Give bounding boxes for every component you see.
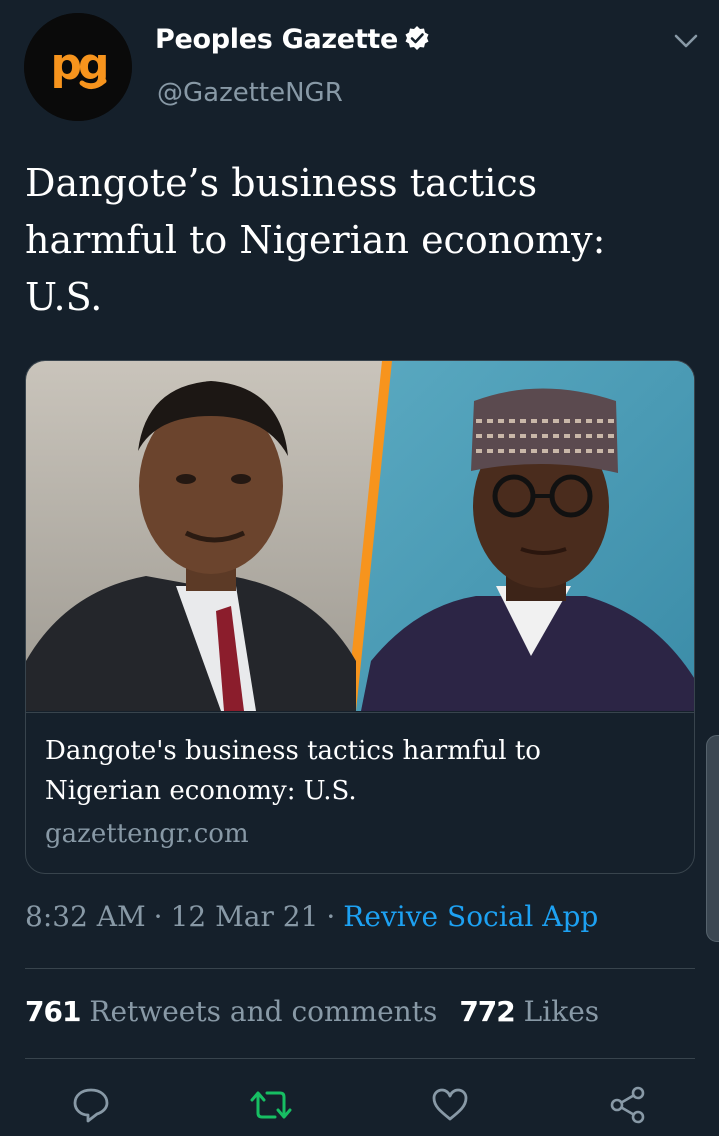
like-icon[interactable] [430,1085,470,1129]
article-image [26,361,694,711]
account-handle[interactable]: @GazetteNGR [157,78,343,108]
account-name[interactable]: Peoples Gazette [155,24,430,58]
chevron-down-icon[interactable] [673,32,699,54]
likes-count: 772 [459,995,515,1028]
retweets-label: Retweets and comments [89,995,438,1028]
card-title: Dangote's business tactics harmful to Ni… [45,736,541,806]
retweets-count: 761 [25,995,81,1028]
avatar[interactable]: pg [24,13,132,121]
scrollbar-thumb[interactable] [706,735,719,942]
divider [25,968,695,969]
comment-icon[interactable] [71,1085,111,1129]
divider [25,1058,695,1059]
peoples-gazette-logo: pg [24,13,132,121]
tweet-time: 8:32 AM [25,900,146,933]
link-preview-card[interactable]: Dangote's business tactics harmful to Ni… [25,360,695,874]
tweet-date: 12 Mar 21 [170,900,319,933]
meta-separator: · [153,900,163,933]
tweet-text: Dangote’s business tactics harmful to Ni… [25,161,606,319]
card-body[interactable]: Dangote's business tactics harmful to Ni… [26,712,694,849]
account-name-text: Peoples Gazette [155,24,399,55]
retweets-stat[interactable]: 761 Retweets and comments [25,995,437,1028]
source-app-link[interactable]: Revive Social App [343,900,598,933]
action-bar [0,1085,719,1130]
likes-label: Likes [523,995,600,1028]
retweet-icon[interactable] [249,1085,293,1129]
meta-separator: · [326,900,336,933]
tweet-stats: 761 Retweets and comments 772 Likes [25,995,599,1028]
card-domain: gazettengr.com [45,819,249,849]
share-icon[interactable] [608,1085,648,1129]
verified-badge-icon [404,25,430,58]
tweet-meta: 8:32 AM · 12 Mar 21 · Revive Social App [25,900,598,933]
likes-stat[interactable]: 772 Likes [459,995,599,1028]
